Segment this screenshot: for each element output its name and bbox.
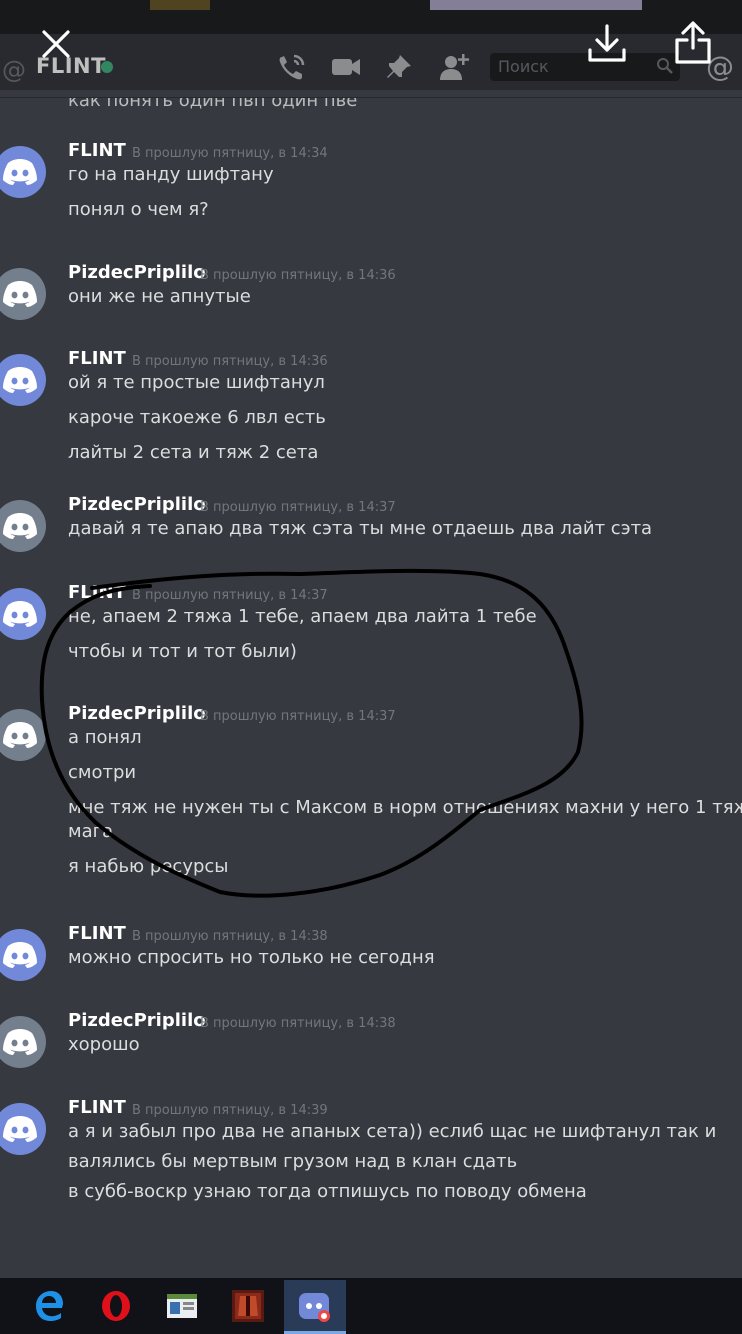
discord-logo-icon: [3, 513, 37, 539]
message-timestamp: В прошлую пятницу, в 14:36: [132, 354, 328, 369]
message-timestamp: В прошлую пятницу, в 14:37: [200, 709, 396, 724]
avatar[interactable]: [0, 268, 46, 320]
message-line: понял о чем я?: [68, 199, 209, 220]
message-author[interactable]: FLINT: [68, 1097, 126, 1118]
game-icon[interactable]: [230, 1288, 266, 1324]
message-line: го на панду шифтану: [68, 164, 274, 185]
message-line: мага: [68, 821, 114, 842]
edge-icon[interactable]: [32, 1288, 68, 1324]
avatar[interactable]: [0, 500, 46, 552]
discord-logo-icon: [3, 367, 37, 393]
message-list[interactable]: как понять один пвп один пве FLINT В прош…: [0, 98, 742, 1278]
partial-message-line: как понять один пвп один пве: [68, 98, 358, 111]
message-line: ой я те простые шифтанул: [68, 372, 325, 393]
opera-icon[interactable]: [98, 1288, 134, 1324]
discord-logo-icon: [3, 1116, 37, 1142]
message-author[interactable]: PizdecPriplilo: [68, 1010, 206, 1031]
message-author[interactable]: FLINT: [68, 348, 126, 369]
explorer-window-icon[interactable]: [164, 1288, 200, 1324]
message-timestamp: В прошлую пятницу, в 14:36: [200, 268, 396, 283]
message-line: в субб-воскр узнаю тогда отпишусь по пов…: [68, 1181, 587, 1202]
discord-logo-icon: [3, 942, 37, 968]
message-line: они же не апнутые: [68, 286, 251, 307]
avatar[interactable]: [0, 146, 46, 198]
message-line: кароче такоеже 6 лвл есть: [68, 407, 326, 428]
message-author[interactable]: FLINT: [68, 582, 126, 603]
avatar[interactable]: [0, 1103, 46, 1155]
download-icon[interactable]: [586, 20, 628, 66]
message-line: а понял: [68, 727, 142, 748]
message-author[interactable]: PizdecPriplilo: [68, 494, 206, 515]
message-timestamp: В прошлую пятницу, в 14:37: [132, 588, 328, 603]
message-line: лайты 2 сета и тяж 2 сета: [68, 442, 319, 463]
avatar[interactable]: [0, 929, 46, 981]
message-line: хорошо: [68, 1034, 140, 1055]
avatar[interactable]: [0, 709, 46, 761]
message-author[interactable]: PizdecPriplilo: [68, 262, 206, 283]
avatar[interactable]: [0, 1016, 46, 1068]
message-line: можно спросить но только не сегодня: [68, 947, 435, 968]
message-timestamp: В прошлую пятницу, в 14:34: [132, 146, 328, 161]
message-line: мне тяж не нужен ты с Максом в норм отно…: [68, 797, 742, 818]
discord-icon[interactable]: [296, 1288, 332, 1324]
message-author[interactable]: PizdecPriplilo: [68, 703, 206, 724]
message-line: чтобы и тот и тот были): [68, 641, 297, 662]
message-line: давай я те апаю два тяж сэта ты мне отда…: [68, 518, 653, 539]
message-timestamp: В прошлую пятницу, в 14:37: [200, 500, 396, 515]
message-line: валялись бы мертвым грузом над в клан сд…: [68, 1151, 518, 1172]
discord-logo-icon: [3, 159, 37, 185]
message-line: я набью ресурсы: [68, 856, 229, 877]
message-line: а я и забыл про два не апаных сета)) есл…: [68, 1121, 717, 1142]
message-line: не, апаем 2 тяжа 1 тебе, апаем два лайта…: [68, 606, 537, 627]
message-timestamp: В прошлую пятницу, в 14:39: [132, 1103, 328, 1118]
viewer-overlay: [0, 0, 742, 90]
avatar[interactable]: [0, 588, 46, 640]
avatar[interactable]: [0, 354, 46, 406]
message-timestamp: В прошлую пятницу, в 14:38: [200, 1016, 396, 1031]
close-icon[interactable]: [36, 24, 76, 64]
discord-logo-icon: [3, 722, 37, 748]
message-author[interactable]: FLINT: [68, 923, 126, 944]
message-author[interactable]: FLINT: [68, 140, 126, 161]
message-timestamp: В прошлую пятницу, в 14:38: [132, 929, 328, 944]
discord-logo-icon: [3, 1029, 37, 1055]
share-icon[interactable]: [672, 18, 714, 66]
discord-logo-icon: [3, 601, 37, 627]
discord-logo-icon: [3, 281, 37, 307]
message-line: смотри: [68, 762, 137, 783]
